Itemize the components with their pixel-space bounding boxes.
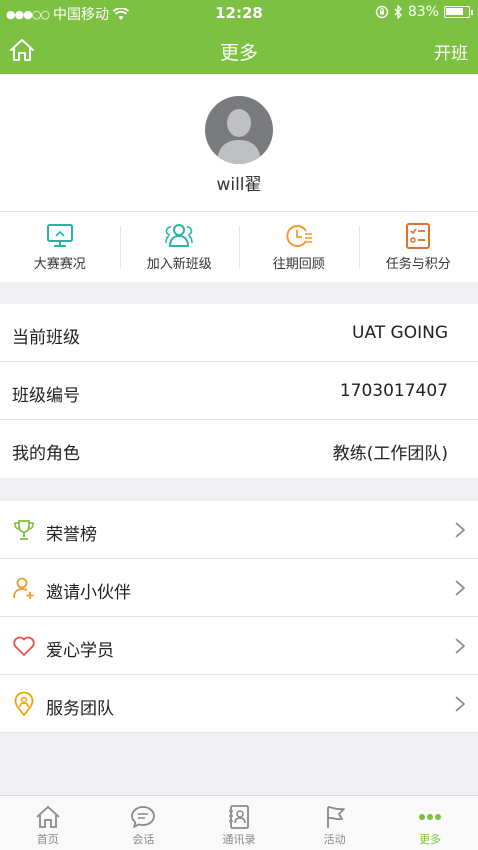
- group-icon: [165, 224, 194, 247]
- battery-percent: 83%: [407, 4, 439, 20]
- chevron-right-icon: [455, 580, 466, 596]
- open-class-button[interactable]: 开班: [434, 39, 468, 64]
- checklist-icon: [406, 223, 431, 249]
- avatar[interactable]: [205, 96, 273, 164]
- quick-action-label: 加入新班级: [146, 257, 212, 272]
- quick-actions: 大赛赛况 加入新班级 往期回顾 任务与积分: [0, 212, 478, 282]
- tab-activity[interactable]: 活动: [287, 796, 383, 850]
- menu-item-caring-students[interactable]: 爱心学员: [0, 617, 478, 675]
- tab-home[interactable]: 首页: [0, 796, 96, 850]
- quick-action-join-class[interactable]: 加入新班级: [119, 212, 240, 282]
- contacts-icon: [228, 805, 249, 829]
- menu-item-invite[interactable]: 邀请小伙伴: [0, 559, 478, 617]
- quick-action-label: 大赛赛况: [33, 257, 86, 272]
- battery-icon: [444, 6, 473, 18]
- quick-action-tasks[interactable]: 任务与积分: [358, 212, 478, 282]
- menu-label: 邀请小伙伴: [46, 583, 131, 603]
- current-class-row: 当前班级 UAT GOING: [0, 304, 478, 362]
- add-person-icon: [13, 577, 34, 599]
- feature-menu: 荣誉榜 邀请小伙伴 爱心学员 服务团队: [0, 501, 478, 733]
- info-key: 我的角色: [12, 444, 80, 464]
- battery-level-fill: [446, 8, 463, 15]
- menu-label: 荣誉榜: [46, 525, 97, 545]
- info-key: 班级编号: [12, 386, 80, 406]
- menu-item-honor-roll[interactable]: 荣誉榜: [0, 501, 478, 559]
- quick-action-review[interactable]: 往期回顾: [239, 212, 359, 282]
- menu-label: 服务团队: [46, 699, 114, 719]
- location-person-icon: [14, 692, 34, 716]
- tab-label: 活动: [323, 833, 346, 846]
- username: will翟: [216, 175, 262, 195]
- page-title: 更多: [219, 42, 258, 64]
- nav-bar: 更多 开班: [0, 26, 478, 74]
- tab-chat[interactable]: 会话: [96, 796, 192, 850]
- info-value: 1703017407: [339, 381, 448, 401]
- class-info-list: 当前班级 UAT GOING 班级编号 1703017407 我的角色 教练(工…: [0, 304, 478, 478]
- profile-section: will翟: [0, 74, 478, 212]
- tab-label: 首页: [36, 833, 59, 846]
- bluetooth-icon: [394, 5, 402, 19]
- quick-action-label: 往期回顾: [272, 257, 325, 272]
- chevron-right-icon: [455, 522, 466, 538]
- tab-contacts[interactable]: 通讯录: [191, 796, 287, 850]
- more-icon: [419, 814, 442, 820]
- info-key: 当前班级: [12, 328, 80, 348]
- tab-label: 更多: [419, 833, 442, 846]
- trophy-icon: [14, 520, 34, 540]
- menu-label: 爱心学员: [46, 641, 114, 661]
- class-number-row: 班级编号 1703017407: [0, 362, 478, 420]
- menu-item-service-team[interactable]: 服务团队: [0, 675, 478, 733]
- orientation-lock-icon: [375, 5, 389, 19]
- chevron-right-icon: [455, 696, 466, 712]
- tab-more[interactable]: 更多: [382, 796, 478, 850]
- status-bar: ●●●○○ 中国移动 12:28 83%: [0, 0, 478, 26]
- info-value: 教练(工作团队): [332, 444, 448, 464]
- flag-icon: [326, 806, 345, 828]
- chevron-right-icon: [455, 638, 466, 654]
- default-avatar-icon: [217, 109, 261, 164]
- my-role-row: 我的角色 教练(工作团队): [0, 420, 478, 478]
- tab-label: 会话: [132, 833, 155, 846]
- status-right: 83%: [375, 4, 473, 20]
- chat-icon: [131, 806, 156, 828]
- monitor-icon: [46, 224, 73, 247]
- tab-label: 通讯录: [222, 833, 256, 846]
- quick-action-label: 任务与积分: [385, 257, 451, 272]
- quick-action-competition[interactable]: 大赛赛况: [0, 212, 120, 282]
- clock-list-icon: [286, 225, 312, 247]
- info-value: UAT GOING: [352, 323, 448, 343]
- heart-icon: [13, 636, 35, 656]
- tab-bar: 首页 会话 通讯录 活动 更多: [0, 795, 478, 850]
- home-icon: [36, 806, 60, 828]
